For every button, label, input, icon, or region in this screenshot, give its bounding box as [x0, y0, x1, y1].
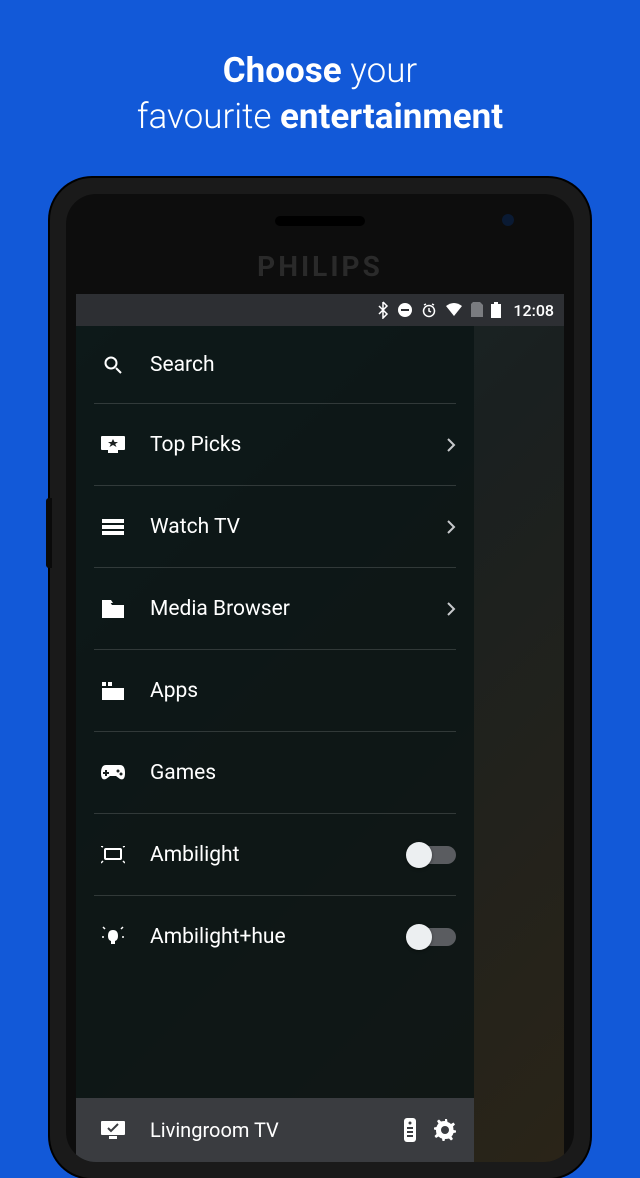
status-time: 12:08 — [513, 301, 554, 320]
folder-icon — [94, 600, 132, 618]
alarm-icon — [421, 302, 437, 318]
nav-drawer: Search Top Picks — [76, 326, 474, 1162]
promo-headline: Choose your favourite entertainment — [0, 0, 640, 139]
menu-item-top-picks[interactable]: Top Picks — [94, 404, 456, 486]
dnd-icon — [397, 302, 413, 318]
gamepad-icon — [94, 765, 132, 781]
menu-item-ambilight[interactable]: Ambilight — [94, 814, 456, 896]
ambilight-icon — [94, 846, 132, 864]
remote-icon[interactable] — [404, 1118, 416, 1142]
top-picks-icon — [94, 436, 132, 454]
ambilight-toggle[interactable] — [408, 846, 456, 864]
menu-item-apps[interactable]: Apps — [94, 650, 456, 732]
menu-label: Ambilight+hue — [150, 925, 408, 949]
menu-label: Ambilight — [150, 843, 408, 867]
volume-button — [46, 498, 52, 568]
menu-item-ambilight-hue[interactable]: Ambilight+hue — [94, 896, 456, 978]
chevron-right-icon — [446, 519, 456, 535]
menu-item-watch-tv[interactable]: Watch TV — [94, 486, 456, 568]
menu-item-search[interactable]: Search — [94, 326, 456, 404]
menu-label: Search — [150, 353, 456, 377]
tv-check-icon — [94, 1121, 132, 1139]
menu-label: Apps — [150, 679, 456, 703]
phone-frame: PHILIPS — [50, 178, 590, 1178]
wifi-icon — [445, 303, 463, 317]
phone-camera — [502, 214, 514, 226]
watch-tv-icon — [94, 519, 132, 535]
chevron-right-icon — [446, 601, 456, 617]
menu-label: Media Browser — [150, 597, 446, 621]
phone-brand: PHILIPS — [66, 250, 574, 283]
gear-icon[interactable] — [434, 1119, 456, 1141]
menu-label: Games — [150, 761, 456, 785]
device-label: Livingroom TV — [150, 1118, 386, 1142]
ambilight-hue-toggle[interactable] — [408, 928, 456, 946]
menu-label: Top Picks — [150, 433, 446, 457]
phone-screen: 12:08 Search Top Picks — [76, 294, 564, 1162]
bluetooth-icon — [377, 301, 389, 319]
battery-icon — [491, 302, 501, 318]
search-icon — [94, 355, 132, 375]
ambilight-hue-icon — [94, 926, 132, 948]
chevron-right-icon — [446, 437, 456, 453]
phone-speaker — [275, 216, 365, 226]
menu-label: Watch TV — [150, 515, 446, 539]
status-bar: 12:08 — [76, 294, 564, 326]
menu-item-media-browser[interactable]: Media Browser — [94, 568, 456, 650]
sim-icon — [471, 302, 483, 318]
menu-item-games[interactable]: Games — [94, 732, 456, 814]
apps-icon — [94, 682, 132, 700]
bottom-bar: Livingroom TV — [76, 1098, 474, 1162]
